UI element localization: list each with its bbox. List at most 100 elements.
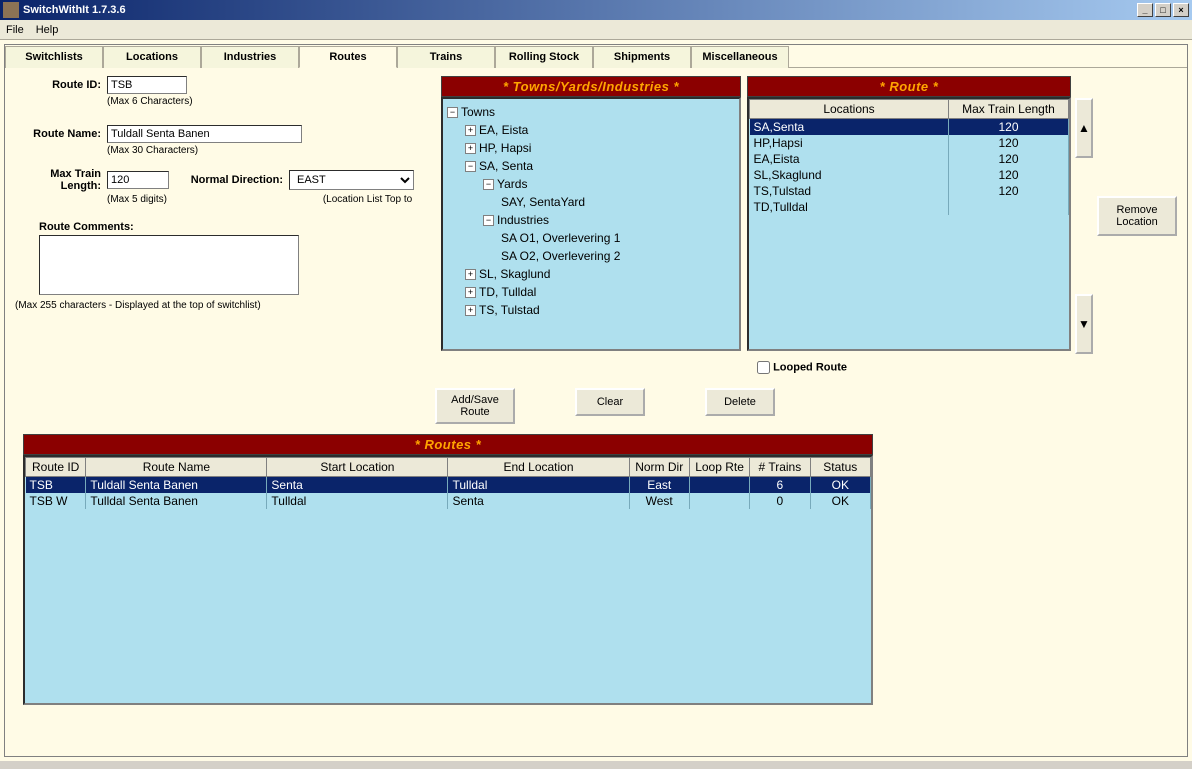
route-col-header: Locations (750, 100, 949, 119)
route-len-cell[interactable]: 120 (949, 135, 1069, 151)
tab-rolling-stock[interactable]: Rolling Stock (495, 46, 593, 68)
app-icon (3, 2, 19, 18)
remove-location-button[interactable]: Remove Location (1097, 196, 1177, 236)
tree-toggle-icon[interactable]: + (465, 125, 476, 136)
max-len-label: Max TrainLength: (15, 168, 107, 192)
tree-node-label[interactable]: TS, Tulstad (479, 303, 540, 317)
route-len-cell[interactable]: 120 (949, 167, 1069, 183)
routes-header: Route Name (86, 458, 267, 477)
tree-toggle-icon[interactable]: + (465, 143, 476, 154)
route-len-cell[interactable]: 120 (949, 151, 1069, 167)
close-button[interactable]: × (1173, 3, 1189, 17)
move-up-button[interactable]: ▲ (1075, 98, 1093, 158)
routes-grid[interactable]: Route IDRoute NameStart LocationEnd Loca… (23, 455, 873, 705)
routes-cell[interactable]: West (629, 493, 689, 509)
routes-cell[interactable]: TSB W (26, 493, 86, 509)
routes-cell[interactable]: Senta (267, 477, 448, 494)
direction-select[interactable]: EAST (289, 170, 414, 190)
routes-cell[interactable]: Tuldall Senta Banen (86, 477, 267, 494)
route-col-header: Max Train Length (949, 100, 1069, 119)
tab-locations[interactable]: Locations (103, 46, 201, 68)
routes-cell[interactable] (689, 493, 749, 509)
tree-node-label[interactable]: SAY, SentaYard (501, 195, 585, 209)
route-panel-title: * Route * (747, 76, 1071, 97)
tree-node-label[interactable]: Industries (497, 213, 549, 227)
route-id-input[interactable] (107, 76, 187, 94)
tab-switchlists[interactable]: Switchlists (5, 46, 103, 68)
route-loc-cell[interactable]: SL,Skaglund (750, 167, 949, 183)
routes-cell[interactable]: Tulldal (448, 477, 629, 494)
comments-textarea[interactable] (39, 235, 299, 295)
routes-cell[interactable] (689, 477, 749, 494)
tree-toggle-icon[interactable]: − (447, 107, 458, 118)
tree-view[interactable]: −Towns+EA, Eista+HP, Hapsi−SA, Senta−Yar… (441, 97, 741, 351)
tree-node-label[interactable]: Towns (461, 105, 495, 119)
move-down-button[interactable]: ▼ (1075, 294, 1093, 354)
add-save-route-button[interactable]: Add/Save Route (435, 388, 515, 424)
tree-toggle-icon[interactable]: + (465, 269, 476, 280)
tree-node-label[interactable]: SA, Senta (479, 159, 533, 173)
routes-header: Status (810, 458, 870, 477)
routes-cell[interactable]: 0 (750, 493, 810, 509)
tree-node-label[interactable]: HP, Hapsi (479, 141, 531, 155)
routes-cell[interactable]: OK (810, 493, 870, 509)
tab-industries[interactable]: Industries (201, 46, 299, 68)
routes-cell[interactable]: Tulldal (267, 493, 448, 509)
menu-file[interactable]: File (6, 24, 24, 36)
route-id-hint: (Max 6 Characters) (107, 96, 193, 107)
routes-cell[interactable]: 6 (750, 477, 810, 494)
tab-miscellaneous[interactable]: Miscellaneous (691, 46, 789, 68)
menu-help[interactable]: Help (36, 24, 59, 36)
tab-routes[interactable]: Routes (299, 46, 397, 68)
tab-trains[interactable]: Trains (397, 46, 495, 68)
route-len-cell[interactable]: 120 (949, 119, 1069, 136)
tree-node-label[interactable]: SA O1, Overlevering 1 (501, 231, 620, 245)
routes-header: # Trains (750, 458, 810, 477)
tree-toggle-icon[interactable]: + (465, 305, 476, 316)
looped-route-label: Looped Route (773, 361, 847, 373)
route-loc-cell[interactable]: TD,Tulldal (750, 199, 949, 215)
tree-node-label[interactable]: SA O2, Overlevering 2 (501, 249, 620, 263)
tree-node-label[interactable]: SL, Skaglund (479, 267, 550, 281)
tree-toggle-icon[interactable]: + (465, 287, 476, 298)
direction-label: Normal Direction: (169, 174, 289, 186)
route-name-input[interactable] (107, 125, 302, 143)
clear-button[interactable]: Clear (575, 388, 645, 416)
route-len-cell[interactable]: 120 (949, 183, 1069, 199)
route-loc-cell[interactable]: TS,Tulstad (750, 183, 949, 199)
tree-toggle-icon[interactable]: − (483, 215, 494, 226)
routes-header: Route ID (26, 458, 86, 477)
route-id-label: Route ID: (15, 79, 107, 91)
routes-cell[interactable]: Senta (448, 493, 629, 509)
tab-shipments[interactable]: Shipments (593, 46, 691, 68)
minimize-button[interactable]: _ (1137, 3, 1153, 17)
delete-button[interactable]: Delete (705, 388, 775, 416)
routes-grid-title: * Routes * (23, 434, 873, 455)
routes-cell[interactable]: Tulldal Senta Banen (86, 493, 267, 509)
routes-cell[interactable]: TSB (26, 477, 86, 494)
route-loc-cell[interactable]: EA,Eista (750, 151, 949, 167)
routes-header: Loop Rte (689, 458, 749, 477)
routes-cell[interactable]: East (629, 477, 689, 494)
routes-header: End Location (448, 458, 629, 477)
route-loc-cell[interactable]: HP,Hapsi (750, 135, 949, 151)
tree-title: * Towns/Yards/Industries * (441, 76, 741, 97)
maximize-button[interactable]: □ (1155, 3, 1171, 17)
route-name-hint: (Max 30 Characters) (107, 145, 198, 156)
route-len-cell[interactable] (949, 199, 1069, 215)
menu-bar: File Help (0, 20, 1192, 40)
comments-label: Route Comments: (15, 221, 134, 233)
tree-toggle-icon[interactable]: − (465, 161, 476, 172)
looped-route-checkbox[interactable] (757, 361, 770, 374)
routes-cell[interactable]: OK (810, 477, 870, 494)
tree-node-label[interactable]: EA, Eista (479, 123, 528, 137)
tab-bar: SwitchlistsLocationsIndustriesRoutesTrai… (5, 45, 1187, 68)
route-loc-cell[interactable]: SA,Senta (750, 119, 949, 136)
route-locations-grid[interactable]: LocationsMax Train LengthSA,Senta120HP,H… (747, 97, 1071, 351)
direction-hint: (Location List Top to (305, 194, 430, 205)
tree-toggle-icon[interactable]: − (483, 179, 494, 190)
tree-node-label[interactable]: Yards (497, 177, 527, 191)
tree-node-label[interactable]: TD, Tulldal (479, 285, 536, 299)
max-len-input[interactable] (107, 171, 169, 189)
window-title: SwitchWithIt 1.7.3.6 (23, 4, 126, 16)
